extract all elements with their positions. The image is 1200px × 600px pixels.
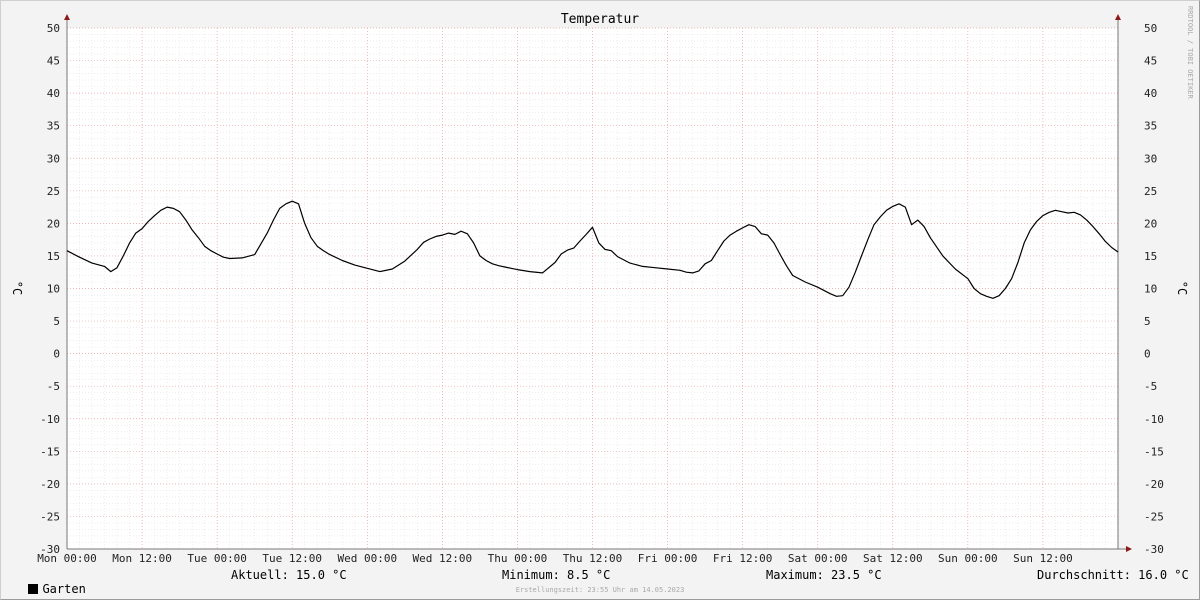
y-axis-arrow-right [1115,14,1121,20]
x-tick-label: Wed 00:00 [337,552,397,565]
y-tick-label-right: 5 [1144,315,1151,328]
legend-average: Durchschnitt: 16.0 °C [1037,568,1189,582]
y-tick-label-right: 15 [1144,250,1157,263]
y-tick-label-left: 30 [47,152,60,165]
y-tick-label-right: 50 [1144,22,1157,35]
y-tick-label-left: -5 [47,380,60,393]
y-tick-label-right: -15 [1144,445,1164,458]
legend-maximum: Maximum: 23.5 °C [766,568,882,582]
temperature-chart: 50 5045 4540 4035 3530 3025 2520 2015 1510 105 50 0… [10,6,1194,565]
y-tick-label-right: -30 [1144,543,1164,556]
x-tick-label: Sun 12:00 [1013,552,1073,565]
y-tick-label-left: 10 [47,283,60,296]
y-tick-label-left: 5 [53,315,60,328]
y-tick-label-left: 45 [47,55,60,68]
y-tick-label-right: 0 [1144,348,1151,361]
x-tick-label: Mon 00:00 [37,552,97,565]
y-axis-arrow-left [64,14,70,20]
y-tick-label-left: 40 [47,87,60,100]
creation-time-footer: Erstellungszeit: 23:55 Uhr am 14.05.2023 [515,586,685,594]
y-tick-label-right: 10 [1144,283,1157,296]
x-axis-arrow [1126,546,1132,552]
y-tick-label-right: -25 [1144,510,1164,523]
rrdtool-watermark: RRDTOOL / TOBI OETIKER [1186,6,1194,100]
y-tick-label-right: 40 [1144,87,1157,100]
x-tick-label: Sat 00:00 [788,552,848,565]
y-tick-label-right: 45 [1144,55,1157,68]
x-tick-label: Tue 12:00 [262,552,322,565]
y-axis-label-left: °C [10,281,24,295]
x-tick-label: Tue 00:00 [187,552,247,565]
y-tick-label-right: -5 [1144,380,1157,393]
y-tick-label-right: 20 [1144,217,1157,230]
chart-title: Temperatur [561,12,639,27]
x-tick-label: Fri 12:00 [713,552,773,565]
y-tick-label-right: -10 [1144,413,1164,426]
y-tick-label-left: 25 [47,185,60,198]
x-tick-label: Sun 00:00 [938,552,998,565]
y-tick-label-right: -20 [1144,478,1164,491]
y-tick-label-left: -25 [40,510,60,523]
y-tick-label-left: -15 [40,445,60,458]
legend-current: Aktuell: 15.0 °C [231,568,347,582]
x-tick-label: Sat 12:00 [863,552,923,565]
x-tick-label: Wed 12:00 [413,552,473,565]
y-tick-label-left: 50 [47,22,60,35]
y-tick-label-right: 25 [1144,185,1157,198]
y-tick-label-left: 20 [47,217,60,230]
y-tick-label-left: 35 [47,120,60,133]
legend-minimum: Minimum: 8.5 °C [502,568,611,582]
y-tick-label-right: 35 [1144,120,1157,133]
y-tick-label-left: -20 [40,478,60,491]
x-tick-label: Fri 00:00 [638,552,698,565]
y-axis-label-right: °C [1175,281,1189,295]
y-tick-label-left: 15 [47,250,60,263]
x-tick-label: Thu 12:00 [563,552,623,565]
x-tick-label: Mon 12:00 [112,552,172,565]
y-tick-label-right: 30 [1144,152,1157,165]
x-tick-label: Thu 00:00 [488,552,548,565]
y-tick-label-left: -10 [40,413,60,426]
y-tick-label-left: 0 [53,348,60,361]
